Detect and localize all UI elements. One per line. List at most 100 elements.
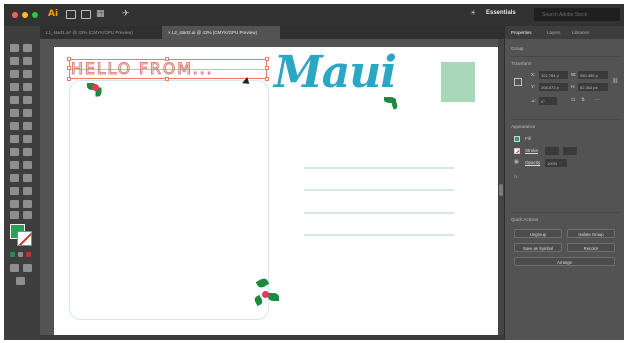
document-icon[interactable]	[66, 10, 76, 19]
column-graph-tool-icon[interactable]	[23, 187, 32, 195]
line-tool-icon[interactable]	[23, 83, 32, 91]
rectangle-tool-icon[interactable]	[10, 96, 19, 104]
reference-point-icon[interactable]	[514, 78, 522, 86]
section-divider	[511, 212, 619, 213]
resize-handle-left[interactable]	[67, 66, 71, 70]
scale-tool-icon[interactable]	[23, 122, 32, 130]
edit-toolbar-icon[interactable]	[16, 277, 25, 285]
blend-tool-icon[interactable]	[23, 174, 32, 182]
bridge-icon[interactable]	[81, 10, 91, 19]
stroke-swatch[interactable]	[514, 148, 520, 154]
screen-mode-icon[interactable]	[23, 264, 32, 272]
resize-handle-top-left[interactable]	[67, 57, 71, 61]
type-tool-icon[interactable]	[10, 83, 19, 91]
maximize-window-button[interactable]	[32, 12, 38, 18]
flip-horizontal-icon[interactable]: ⇆	[571, 97, 575, 103]
free-transform-tool-icon[interactable]	[23, 135, 32, 143]
tab-layers[interactable]: Layers	[547, 30, 561, 35]
send-icon[interactable]: ✈	[122, 9, 130, 19]
artboard-tool-icon[interactable]	[10, 200, 19, 208]
hand-tool-icon[interactable]	[10, 211, 19, 219]
lasso-tool-icon[interactable]	[23, 57, 32, 65]
none-mode-icon[interactable]	[26, 252, 31, 257]
resize-handle-right[interactable]	[265, 66, 269, 70]
opacity-field[interactable]: 100%	[545, 159, 567, 167]
flower-graphic[interactable]	[262, 291, 269, 298]
resize-handle-top-right[interactable]	[265, 57, 269, 61]
isolate-group-button[interactable]: Isolate Group	[567, 229, 615, 238]
rotate-tool-icon[interactable]	[10, 122, 19, 130]
stroke-label[interactable]: Stroke	[525, 148, 538, 153]
stock-search-input[interactable]: Search Adobe Stock	[534, 8, 620, 21]
width-field[interactable]: 950.455 p	[578, 71, 608, 79]
rotation-field[interactable]: 0°	[539, 97, 557, 105]
y-position-field[interactable]: 208.573 p	[539, 83, 568, 91]
address-line[interactable]	[304, 234, 454, 236]
light-icon[interactable]: ☀	[470, 9, 476, 17]
leaf-graphic[interactable]	[390, 99, 399, 110]
stamp-placeholder[interactable]	[441, 62, 475, 102]
canvas-area[interactable]: HELLO FROM... Maui	[40, 39, 504, 340]
arrange-button[interactable]: Arrange	[514, 257, 615, 266]
width-tool-icon[interactable]	[10, 135, 19, 143]
arrange-icon[interactable]: ▦	[96, 9, 105, 19]
message-area-box[interactable]	[69, 80, 269, 320]
save-as-symbol-button[interactable]: Save as Symbol	[514, 243, 562, 252]
height-field[interactable]: 62.364 px	[578, 83, 608, 91]
tab-l1-start1[interactable]: L1_start1.ai* @ 33% (CMYK/GPU Preview)	[40, 26, 160, 39]
address-line[interactable]	[304, 212, 454, 214]
magic-wand-tool-icon[interactable]	[10, 57, 19, 65]
workspace-switcher[interactable]: Essentials	[486, 10, 516, 16]
fill-label[interactable]: Fill	[525, 136, 531, 141]
eraser-tool-icon[interactable]	[23, 109, 32, 117]
gradient-mode-icon[interactable]	[18, 252, 23, 257]
paintbrush-tool-icon[interactable]	[23, 96, 32, 104]
tab-properties[interactable]: Properties	[511, 30, 532, 35]
resize-handle-bottom[interactable]	[165, 77, 169, 81]
minimize-window-button[interactable]	[22, 12, 28, 18]
more-options-icon[interactable]: ⋯	[595, 97, 600, 103]
stroke-color-swatch[interactable]	[17, 231, 32, 246]
artboard[interactable]: HELLO FROM... Maui	[54, 47, 502, 340]
resize-handle-bottom-right[interactable]	[265, 77, 269, 81]
curvature-tool-icon[interactable]	[23, 70, 32, 78]
leaf-graphic[interactable]	[268, 293, 279, 301]
ungroup-button[interactable]: Ungroup	[514, 229, 562, 238]
drawing-mode-icon[interactable]	[10, 264, 19, 272]
stroke-weight-field[interactable]	[545, 147, 559, 155]
opacity-label[interactable]: Opacity	[525, 160, 540, 165]
tab-l2-start2[interactable]: × L2_start2.ai @ 43% (CMYK/GPU Preview)	[162, 26, 280, 39]
address-line[interactable]	[304, 189, 454, 191]
pen-tool-icon[interactable]	[10, 70, 19, 78]
stroke-style-field[interactable]	[563, 147, 577, 155]
effects-icon[interactable]: fx.	[514, 174, 519, 179]
maui-title-graphic[interactable]: Maui	[274, 47, 397, 98]
perspective-grid-tool-icon[interactable]	[23, 148, 32, 156]
selection-bounding-box[interactable]	[67, 57, 269, 81]
symbol-sprayer-tool-icon[interactable]	[10, 187, 19, 195]
eyedropper-tool-icon[interactable]	[10, 174, 19, 182]
resize-handle-top[interactable]	[165, 57, 169, 61]
tab-libraries[interactable]: Libraries	[572, 30, 589, 35]
selection-tool-icon[interactable]	[10, 44, 19, 52]
illustrator-window: Ai ▦ ✈ ☀ Essentials Search Adobe Stock L…	[4, 4, 624, 340]
shape-builder-tool-icon[interactable]	[10, 148, 19, 156]
recolor-button[interactable]: Recolor	[567, 243, 615, 252]
scrollbar-thumb[interactable]	[499, 184, 503, 196]
slice-tool-icon[interactable]	[23, 200, 32, 208]
address-line[interactable]	[304, 167, 454, 169]
resize-handle-bottom-left[interactable]	[67, 77, 71, 81]
fill-swatch[interactable]	[514, 136, 520, 142]
color-mode-icon[interactable]	[10, 252, 15, 257]
shaper-tool-icon[interactable]	[10, 109, 19, 117]
flip-vertical-icon[interactable]: ⇅	[581, 97, 585, 103]
x-position-field[interactable]: 102.784 p	[539, 71, 568, 79]
flower-graphic[interactable]	[92, 84, 99, 91]
section-divider	[511, 119, 619, 120]
direct-selection-tool-icon[interactable]	[23, 44, 32, 52]
zoom-tool-icon[interactable]	[23, 211, 32, 219]
mesh-tool-icon[interactable]	[10, 161, 19, 169]
close-window-button[interactable]	[12, 12, 18, 18]
gradient-tool-icon[interactable]	[23, 161, 32, 169]
constrain-proportions-icon[interactable]: ⛓	[612, 78, 618, 84]
